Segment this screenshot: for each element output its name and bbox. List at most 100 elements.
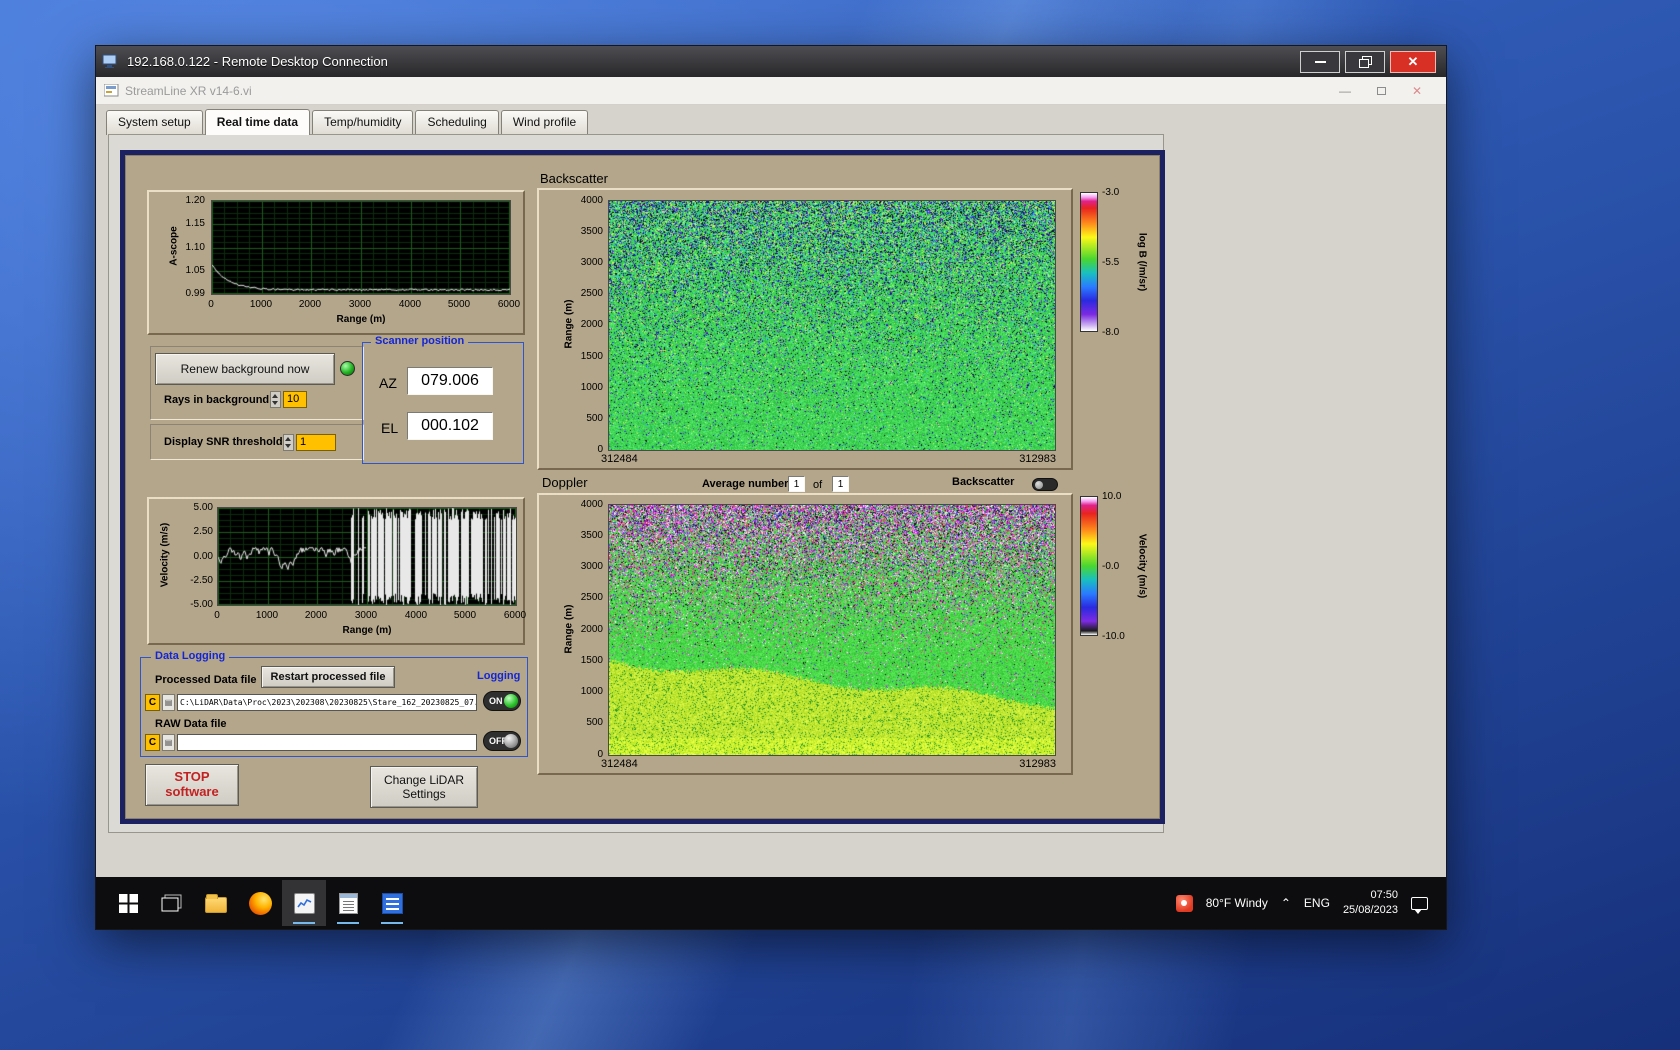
system-tray: 80°F Windy ⌃ ENG 07:50 25/08/2023 <box>1175 888 1436 918</box>
taskbar: 80°F Windy ⌃ ENG 07:50 25/08/2023 <box>96 877 1446 929</box>
change-settings-line2: Settings <box>402 787 446 801</box>
task-view-button[interactable] <box>150 880 194 926</box>
tray-chevron-icon[interactable]: ⌃ <box>1281 896 1291 910</box>
processed-browse-button[interactable]: ▤ <box>162 694 175 711</box>
y-tick: 0 <box>597 444 603 455</box>
raw-browse-button[interactable]: ▤ <box>162 734 175 751</box>
tab-real-time-data[interactable]: Real time data <box>204 109 311 135</box>
az-label: AZ <box>379 375 397 391</box>
tab-temp-humidity[interactable]: Temp/humidity <box>312 110 414 135</box>
blue-document-icon[interactable] <box>370 880 414 926</box>
tab-bar: System setup Real time data Temp/humidit… <box>106 109 589 135</box>
x-tick: 3000 <box>354 610 378 621</box>
tab-system-setup[interactable]: System setup <box>106 110 203 135</box>
file-explorer-icon[interactable] <box>194 880 238 926</box>
snr-value: 1 <box>300 436 307 448</box>
processed-drive-button[interactable]: C <box>145 694 160 711</box>
az-value-field[interactable]: 079.006 <box>407 367 493 395</box>
snr-value-field[interactable]: 1 <box>296 434 336 451</box>
weather-text[interactable]: 80°F Windy <box>1206 896 1268 910</box>
app-window-title: StreamLine XR v14-6.vi <box>125 83 252 98</box>
firefox-icon[interactable] <box>238 880 282 926</box>
language-indicator[interactable]: ENG <box>1304 896 1330 910</box>
y-tick: 0.99 <box>185 288 205 299</box>
remote-desktop: StreamLine XR v14-6.vi — ✕ System setup … <box>96 77 1446 929</box>
y-tick: 500 <box>586 717 603 728</box>
rays-spinner[interactable] <box>270 391 281 408</box>
x-tick: 4000 <box>404 610 428 621</box>
app-close-button[interactable]: ✕ <box>1412 84 1422 98</box>
x-tick: 0 <box>208 299 214 310</box>
y-tick: 2500 <box>580 288 603 299</box>
processed-path-field[interactable]: C:\LiDAR\Data\Proc\2023\202308\20230825\… <box>177 694 477 711</box>
renew-background-button[interactable]: Renew background now <box>155 353 335 385</box>
y-tick: 1.20 <box>185 195 205 206</box>
taskbar-clock[interactable]: 07:50 25/08/2023 <box>1343 888 1398 918</box>
y-tick: 0.00 <box>193 551 213 562</box>
restart-processed-file-button[interactable]: Restart processed file <box>261 666 395 688</box>
x-tick: 5000 <box>447 299 471 310</box>
velocity-plot-area <box>217 507 517 606</box>
tab-scheduling[interactable]: Scheduling <box>415 110 499 135</box>
average-total-field[interactable]: 1 <box>832 476 849 492</box>
y-tick: 2000 <box>580 319 603 330</box>
stop-label-line2: software <box>165 784 219 799</box>
tab-content-real-time: A-scope 1.20 1.15 1.10 1.05 0.99 0 1000 … <box>108 134 1165 833</box>
y-tick: 3000 <box>580 257 603 268</box>
start-button[interactable] <box>106 880 150 926</box>
rdp-restore-button[interactable] <box>1345 50 1385 73</box>
raw-drive-button[interactable]: C <box>145 734 160 751</box>
backscatter-title: Backscatter <box>540 171 608 186</box>
streamline-app-icon[interactable] <box>282 880 326 926</box>
el-value-field[interactable]: 000.102 <box>407 412 493 440</box>
rays-in-background-label: Rays in background <box>164 394 270 406</box>
weather-icon[interactable] <box>1175 894 1193 912</box>
ascope-x-axis-label: Range (m) <box>336 314 386 325</box>
background-controls-box: Renew background now Rays in background … <box>150 346 364 420</box>
data-logging-group: Data Logging Processed Data file Restart… <box>140 650 528 757</box>
average-number-field[interactable]: 1 <box>788 476 805 492</box>
y-tick: 3500 <box>580 226 603 237</box>
app-titlebar[interactable]: StreamLine XR v14-6.vi — ✕ <box>96 77 1446 105</box>
backscatter-toggle-label: Backscatter <box>952 476 1015 488</box>
x-tick: 2000 <box>298 299 322 310</box>
rdp-titlebar[interactable]: 192.168.0.122 - Remote Desktop Connectio… <box>96 46 1446 77</box>
action-center-icon[interactable] <box>1411 896 1428 914</box>
clock-time: 07:50 <box>1370 889 1398 902</box>
backscatter-toggle[interactable] <box>1032 478 1058 491</box>
scan-schedule-icon[interactable] <box>326 880 370 926</box>
x-last-tick: 312983 <box>1019 453 1056 465</box>
x-first-tick: 312484 <box>601 758 638 770</box>
tab-wind-profile[interactable]: Wind profile <box>500 110 589 135</box>
app-minimize-button[interactable]: — <box>1339 84 1351 98</box>
off-lamp <box>504 734 518 748</box>
x-tick: 1000 <box>249 299 273 310</box>
rdp-close-button[interactable]: ✕ <box>1390 50 1436 73</box>
snr-spinner[interactable] <box>283 434 294 451</box>
rdp-window: 192.168.0.122 - Remote Desktop Connectio… <box>95 45 1447 930</box>
x-tick: 3000 <box>348 299 372 310</box>
raw-path-field[interactable] <box>177 734 477 751</box>
y-tick: 0 <box>597 749 603 760</box>
rdp-minimize-button[interactable] <box>1300 50 1340 73</box>
processed-path-value: C:\LiDAR\Data\Proc\2023\202308\20230825\… <box>180 698 477 707</box>
processed-logging-toggle[interactable]: ON <box>483 691 521 711</box>
doppler-colorbar-label: Velocity (m/s) <box>1136 533 1148 599</box>
backscatter-colorbar-label: log B (/m/sr) <box>1136 232 1148 292</box>
velocity-x-axis-label: Range (m) <box>342 625 392 636</box>
backscatter-colorbar <box>1080 192 1098 332</box>
app-maximize-button[interactable] <box>1376 84 1386 98</box>
average-number-label: Average number <box>702 478 789 490</box>
colorbar-tick: -5.5 <box>1102 257 1120 268</box>
y-tick: 3000 <box>580 561 603 572</box>
y-tick: 1.15 <box>185 218 205 229</box>
x-last-tick: 312983 <box>1019 758 1056 770</box>
raw-logging-toggle[interactable]: OFF <box>483 731 521 751</box>
scanner-position-group: Scanner position AZ 079.006 EL 000.102 <box>362 335 524 464</box>
x-tick: 5000 <box>453 610 477 621</box>
rays-value-field[interactable]: 10 <box>283 391 307 408</box>
y-tick: 1000 <box>580 686 603 697</box>
of-label: of <box>813 479 823 491</box>
stop-software-button[interactable]: STOP software <box>145 764 239 806</box>
change-lidar-settings-button[interactable]: Change LiDAR Settings <box>370 766 478 808</box>
